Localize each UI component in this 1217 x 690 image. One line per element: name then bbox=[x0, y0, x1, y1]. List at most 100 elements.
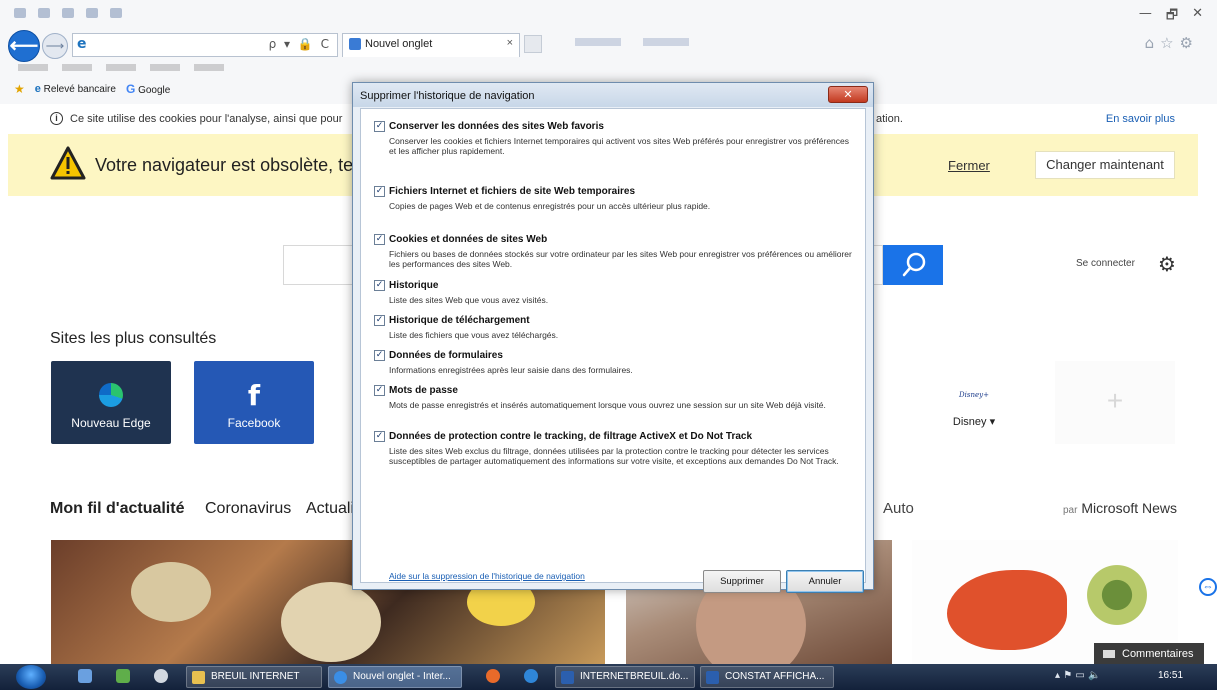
checkbox[interactable]: ✓ bbox=[374, 350, 385, 361]
back-arrow-icon: ⟵ bbox=[9, 35, 39, 57]
menu-bar bbox=[18, 64, 224, 71]
option-cookies: ✓ Cookies et données de sites Web Fichier… bbox=[374, 234, 854, 269]
tile-facebook[interactable]: f Facebook bbox=[194, 361, 314, 444]
new-tab-button[interactable] bbox=[524, 35, 542, 53]
search-icon bbox=[902, 252, 926, 277]
tab-my-feed[interactable]: Mon fil d'actualité bbox=[50, 500, 184, 517]
option-title[interactable]: Cookies et données de sites Web bbox=[389, 234, 547, 245]
option-title[interactable]: Mots de passe bbox=[389, 385, 458, 396]
quicklaunch-icon[interactable] bbox=[154, 669, 168, 683]
tile-label: Nouveau Edge bbox=[71, 416, 151, 430]
help-link[interactable]: Aide sur la suppression de l'historique … bbox=[389, 571, 585, 581]
option-history: ✓ Historique Liste des sites Web que vous… bbox=[374, 280, 854, 305]
close-banner-link[interactable]: Fermer bbox=[948, 158, 990, 173]
qat-icon[interactable] bbox=[14, 8, 26, 18]
qat-icon[interactable] bbox=[110, 8, 122, 18]
change-now-button[interactable]: Changer maintenant bbox=[1035, 151, 1175, 179]
cancel-button[interactable]: Annuler bbox=[786, 570, 864, 593]
minimize-button[interactable]: — bbox=[1139, 6, 1152, 28]
checkbox[interactable]: ✓ bbox=[374, 385, 385, 396]
tab-actualites[interactable]: Actuali bbox=[306, 500, 354, 518]
top-sites-title: Sites les plus consultés bbox=[50, 330, 217, 347]
qat-icon[interactable] bbox=[38, 8, 50, 18]
menu-item[interactable] bbox=[62, 64, 92, 71]
tab-new-tab[interactable]: Nouvel onglet × bbox=[342, 33, 520, 57]
qat-icon[interactable] bbox=[86, 8, 98, 18]
taskbar-item-breuil-internet[interactable]: BREUIL INTERNET bbox=[186, 666, 322, 688]
option-title[interactable]: Fichiers Internet et fichiers de site We… bbox=[389, 186, 635, 197]
app-icon[interactable] bbox=[486, 669, 500, 683]
feedback-label: Commentaires bbox=[1122, 648, 1194, 660]
tab-close-icon[interactable]: × bbox=[507, 37, 513, 49]
quick-access-toolbar bbox=[14, 8, 122, 18]
start-button[interactable] bbox=[16, 665, 46, 689]
faded-tab[interactable] bbox=[575, 38, 621, 46]
ie-logo-icon: e bbox=[77, 36, 87, 52]
option-title[interactable]: Historique de téléchargement bbox=[389, 315, 530, 326]
sign-in-link[interactable]: Se connecter bbox=[1076, 258, 1135, 269]
ie-taskbar-icon bbox=[334, 671, 347, 684]
search-button[interactable] bbox=[883, 245, 943, 285]
address-bar-tools[interactable]: ρ ▾ 🔒 C bbox=[269, 37, 331, 51]
menu-item[interactable] bbox=[150, 64, 180, 71]
faded-tab[interactable] bbox=[643, 38, 689, 46]
checkbox[interactable]: ✓ bbox=[374, 280, 385, 291]
option-title[interactable]: Données de protection contre le tracking… bbox=[389, 431, 752, 442]
feedback-button[interactable]: Commentaires bbox=[1094, 643, 1204, 665]
checkbox[interactable]: ✓ bbox=[374, 431, 385, 442]
tile-label: Disney ▾ bbox=[952, 416, 996, 428]
close-window-button[interactable]: ✕ bbox=[1192, 6, 1203, 28]
delete-button[interactable]: Supprimer bbox=[703, 570, 781, 593]
option-title[interactable]: Conserver les données des sites Web favo… bbox=[389, 121, 604, 132]
checkbox[interactable]: ✓ bbox=[374, 186, 385, 197]
disney-logo: Disney+ bbox=[959, 391, 989, 399]
checkbox[interactable]: ✓ bbox=[374, 121, 385, 132]
option-title[interactable]: Données de formulaires bbox=[389, 350, 503, 361]
system-tray[interactable]: ▴ ⚑ ▭ 🔈 bbox=[1055, 670, 1100, 681]
menu-item[interactable] bbox=[18, 64, 48, 71]
expand-arrow-icon[interactable]: ⇔ bbox=[1199, 578, 1217, 596]
clock[interactable]: 16:51 bbox=[1158, 670, 1183, 681]
edge-taskbar-icon[interactable] bbox=[524, 669, 538, 683]
taskbar-item-ie[interactable]: Nouvel onglet - Inter... bbox=[328, 666, 462, 688]
info-icon: i bbox=[50, 112, 63, 125]
checkbox[interactable]: ✓ bbox=[374, 234, 385, 245]
checkbox[interactable]: ✓ bbox=[374, 315, 385, 326]
favorite-item-google[interactable]: G Google bbox=[126, 82, 170, 96]
address-bar[interactable]: e ρ ▾ 🔒 C bbox=[72, 33, 338, 57]
tab-label: Nouvel onglet bbox=[365, 38, 433, 50]
taskbar-item-word-doc[interactable]: INTERNETBREUIL.do... bbox=[555, 666, 695, 688]
forward-button[interactable]: ⟶ bbox=[42, 33, 68, 59]
option-desc: Mots de passe enregistrés et insérés aut… bbox=[389, 400, 826, 410]
toolbar-icons[interactable]: ⌂☆⚙ bbox=[1145, 34, 1199, 52]
back-button[interactable]: ⟵ bbox=[8, 30, 40, 62]
menu-item[interactable] bbox=[194, 64, 224, 71]
tile-disney[interactable]: Disney+ Disney ▾ bbox=[924, 361, 1024, 444]
option-title[interactable]: Historique bbox=[389, 280, 438, 291]
dialog-body: ✓ Conserver les données des sites Web fav… bbox=[360, 108, 866, 593]
cookie-text: Ce site utilise des cookies pour l'analy… bbox=[70, 113, 343, 125]
quicklaunch-icon[interactable] bbox=[78, 669, 92, 683]
favorites-star-icon[interactable]: ★ bbox=[14, 82, 25, 96]
comment-icon bbox=[1103, 650, 1115, 658]
favorite-item-bank[interactable]: e Relevé bancaire bbox=[35, 83, 116, 95]
option-temp-files: ✓ Fichiers Internet et fichiers de site W… bbox=[374, 186, 854, 211]
tab-favicon-icon bbox=[349, 38, 361, 50]
dialog-titlebar[interactable]: Supprimer l'historique de navigation ✕ bbox=[353, 83, 873, 107]
option-download-history: ✓ Historique de téléchargement Liste des … bbox=[374, 315, 854, 340]
restore-button[interactable]: 🗗 bbox=[1166, 6, 1178, 28]
tile-new-edge[interactable]: Nouveau Edge bbox=[51, 361, 171, 444]
option-desc: Liste des fichiers que vous avez télécha… bbox=[389, 330, 559, 340]
tab-auto[interactable]: Auto bbox=[883, 500, 914, 517]
learn-more-link[interactable]: En savoir plus bbox=[1106, 113, 1175, 125]
menu-item[interactable] bbox=[106, 64, 136, 71]
tab-coronavirus[interactable]: Coronavirus bbox=[205, 500, 291, 518]
taskbar-item-word-constat[interactable]: CONSTAT AFFICHA... bbox=[700, 666, 834, 688]
option-form-data: ✓ Données de formulaires Informations enr… bbox=[374, 350, 854, 375]
faded-tabs bbox=[575, 38, 689, 46]
add-site-tile[interactable]: + bbox=[1055, 361, 1175, 444]
dialog-close-button[interactable]: ✕ bbox=[828, 86, 868, 103]
quicklaunch-icon[interactable] bbox=[116, 669, 130, 683]
qat-icon[interactable] bbox=[62, 8, 74, 18]
gear-icon[interactable]: ⚙ bbox=[1158, 252, 1176, 276]
